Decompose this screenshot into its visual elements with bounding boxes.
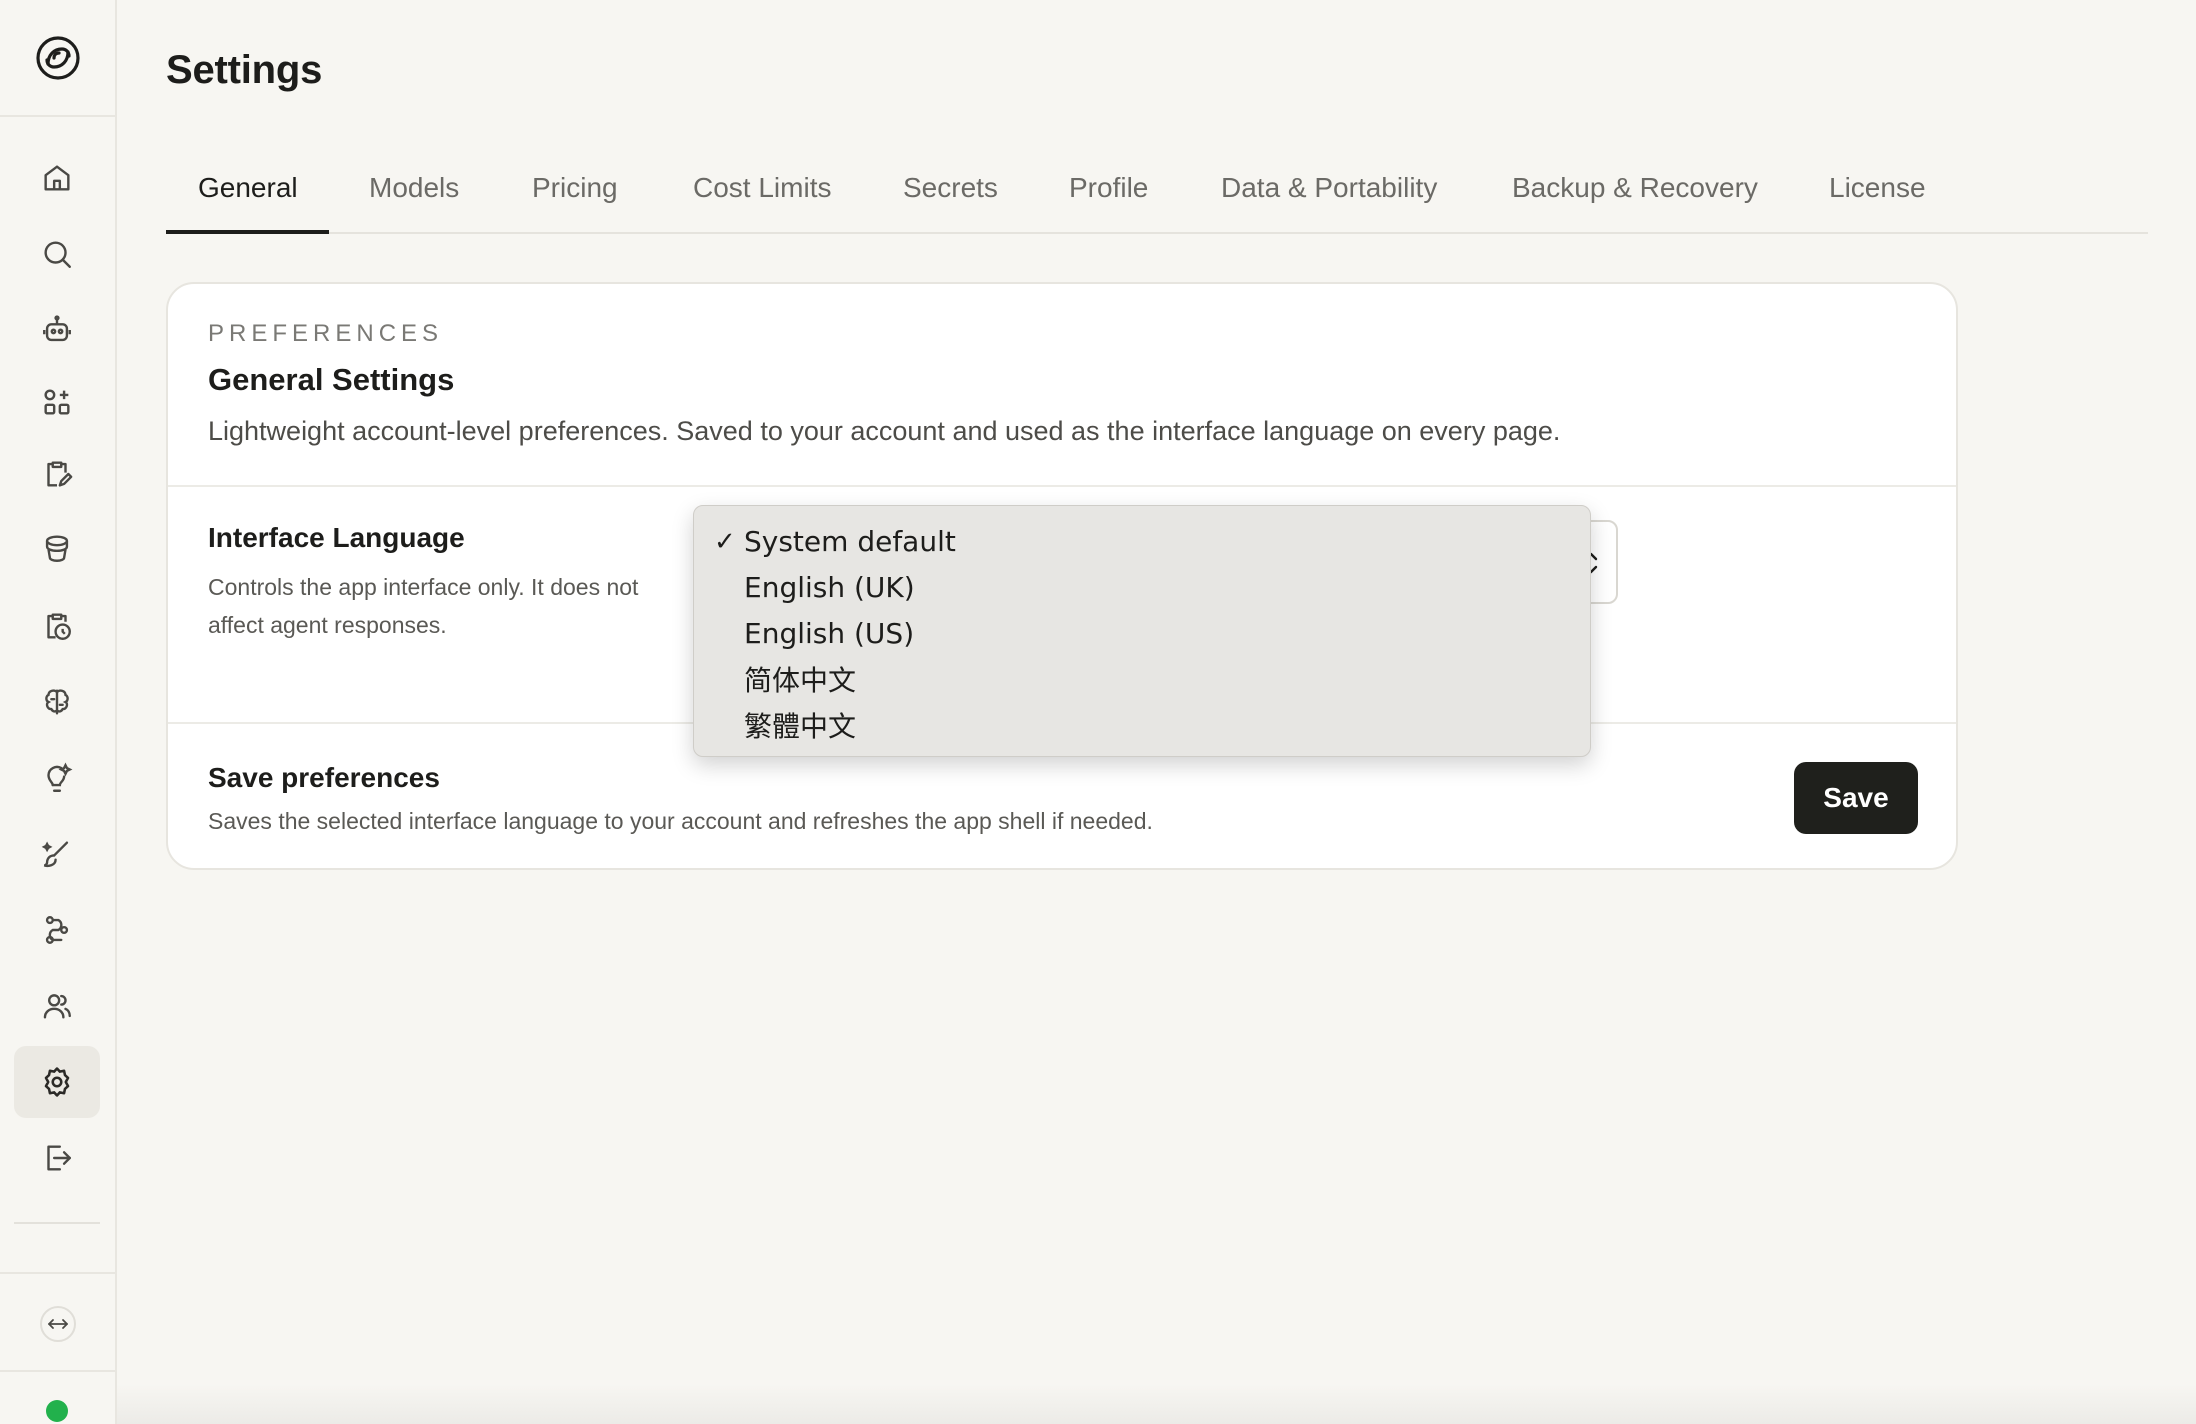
expand-icon <box>48 1319 68 1329</box>
language-description-line: Controls the app interface only. It does… <box>208 574 639 600</box>
option-label: English (UK) <box>744 570 915 604</box>
language-option[interactable]: 繁體中文 <box>694 702 1590 748</box>
clipboard-edit-icon <box>47 461 73 487</box>
sidebar-item-stack[interactable] <box>14 512 100 584</box>
sidebar-separator-bottom <box>0 1370 115 1372</box>
robot-icon <box>43 315 71 342</box>
language-option[interactable]: English (US) <box>694 610 1590 656</box>
sidebar-item-agents[interactable] <box>14 294 100 366</box>
language-option-selected[interactable]: ✓ System default <box>694 518 1590 564</box>
sidebar-item-settings[interactable] <box>14 1046 100 1118</box>
status-indicator <box>46 1400 68 1422</box>
sidebar-item-skills[interactable] <box>14 818 100 890</box>
tab-backup-recovery[interactable]: Backup & Recovery <box>1512 172 1758 204</box>
bottom-fade <box>117 1384 2196 1424</box>
language-description-line: affect agent responses. <box>208 612 447 638</box>
stack-icon <box>45 535 69 562</box>
sidebar-item-ideas[interactable] <box>14 742 100 814</box>
clipboard-clock-icon <box>47 613 71 640</box>
logo-icon <box>35 35 80 80</box>
logo[interactable] <box>0 0 115 117</box>
sidebar-item-history[interactable] <box>14 590 100 662</box>
sidebar-item-apps[interactable] <box>14 366 100 438</box>
tab-secrets[interactable]: Secrets <box>903 172 998 204</box>
gear-icon <box>44 1067 70 1097</box>
sidebar-item-search[interactable] <box>14 218 100 290</box>
tab-profile[interactable]: Profile <box>1069 172 1148 204</box>
apps-icon <box>44 389 70 415</box>
language-description: Controls the app interface only. It does… <box>208 568 638 644</box>
tab-pricing[interactable]: Pricing <box>532 172 618 204</box>
sidebar-item-home[interactable] <box>14 142 100 214</box>
card-description: Lightweight account-level preferences. S… <box>208 416 1561 446</box>
language-option[interactable]: English (UK) <box>694 564 1590 610</box>
workflow-icon <box>45 916 69 944</box>
save-preferences-title: Save preferences <box>208 762 440 793</box>
card-divider <box>168 485 1956 487</box>
search-icon <box>44 241 71 268</box>
sidebar-item-workflows[interactable] <box>14 894 100 966</box>
language-title: Interface Language <box>208 522 465 553</box>
tab-license[interactable]: License <box>1829 172 1926 204</box>
sidebar-separator <box>0 1272 115 1274</box>
language-option[interactable]: 简体中文 <box>694 656 1590 702</box>
sidebar-toggle-button[interactable] <box>40 1306 76 1342</box>
logout-icon <box>47 1145 71 1171</box>
sidebar-item-memory[interactable] <box>14 666 100 738</box>
tab-models[interactable]: Models <box>369 172 459 204</box>
tab-general[interactable]: General <box>198 172 298 204</box>
sparkle-brush-icon <box>41 841 69 868</box>
option-label: 繁體中文 <box>744 710 857 743</box>
sidebar-item-users[interactable] <box>14 970 100 1042</box>
sidebar-divider <box>14 1222 100 1224</box>
save-button[interactable]: Save <box>1794 762 1918 834</box>
option-label: 简体中文 <box>744 664 857 697</box>
active-tab-indicator <box>166 230 329 234</box>
app-window: Settings General Models Pricing Cost Lim… <box>0 0 2196 1424</box>
save-preferences-description: Saves the selected interface language to… <box>208 808 1153 834</box>
home-icon <box>44 165 70 191</box>
section-eyebrow: PREFERENCES <box>208 320 444 347</box>
page-title: Settings <box>166 48 323 92</box>
lightbulb-icon <box>47 762 73 792</box>
brain-icon <box>45 689 69 715</box>
tab-data-portability[interactable]: Data & Portability <box>1221 172 1437 204</box>
sidebar <box>0 0 117 1424</box>
card-title: General Settings <box>208 362 455 397</box>
option-label: English (US) <box>744 616 915 650</box>
checkmark-icon: ✓ <box>714 527 736 557</box>
sidebar-item-logout[interactable] <box>14 1122 100 1194</box>
language-dropdown-menu: ✓ System default English (UK) English (U… <box>693 505 1591 757</box>
settings-tabs: General Models Pricing Cost Limits Secre… <box>166 150 2148 234</box>
tab-cost-limits[interactable]: Cost Limits <box>693 172 831 204</box>
users-icon <box>43 994 71 1019</box>
sidebar-item-tasks[interactable] <box>14 438 100 510</box>
option-label: System default <box>744 524 956 558</box>
